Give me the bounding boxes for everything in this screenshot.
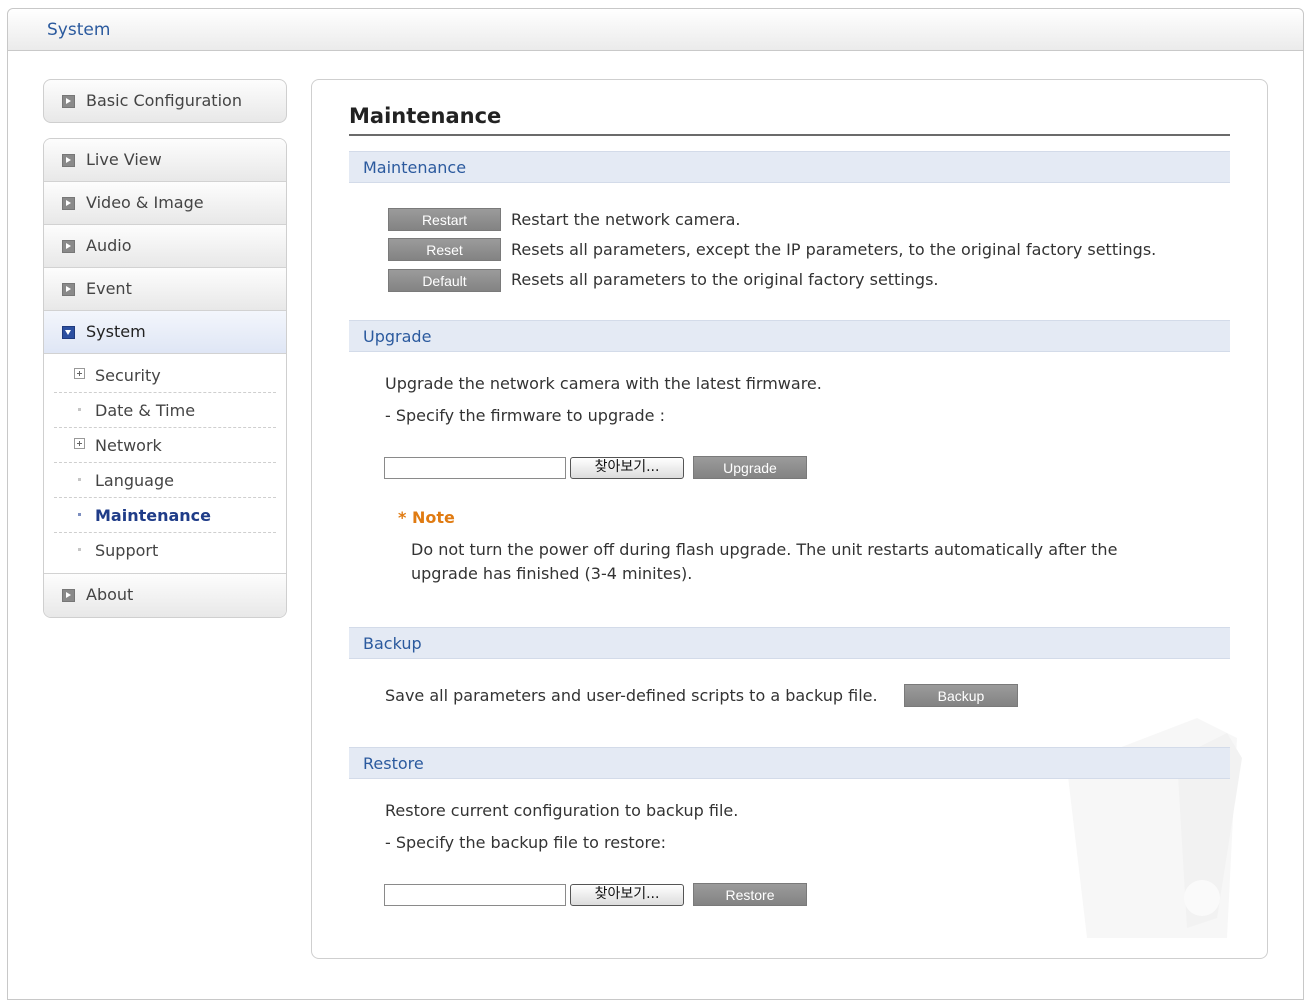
sidebar-item-about[interactable]: About bbox=[44, 574, 286, 617]
collapse-arrow-icon bbox=[62, 326, 75, 339]
section-header-upgrade: Upgrade bbox=[349, 320, 1230, 352]
expand-arrow-icon bbox=[62, 589, 75, 602]
system-submenu: Security Date & Time Network Language Ma… bbox=[44, 354, 286, 574]
section-title: Backup bbox=[363, 634, 422, 653]
section-header-backup: Backup bbox=[349, 627, 1230, 659]
section-header-maintenance: Maintenance bbox=[349, 151, 1230, 183]
bullet-icon bbox=[78, 513, 81, 516]
submenu-item-date-time[interactable]: Date & Time bbox=[54, 393, 276, 428]
submenu-item-network[interactable]: Network bbox=[54, 428, 276, 463]
sidebar-item-label: Live View bbox=[86, 150, 162, 169]
section-title: Maintenance bbox=[363, 158, 467, 177]
expand-arrow-icon bbox=[62, 95, 75, 108]
submenu-item-language[interactable]: Language bbox=[54, 463, 276, 498]
expand-plus-icon[interactable] bbox=[74, 368, 85, 379]
expand-arrow-icon bbox=[62, 154, 75, 167]
restore-specify-label: - Specify the backup file to restore: bbox=[385, 833, 666, 852]
firmware-browse-button[interactable]: 찾아보기... bbox=[570, 457, 684, 479]
upgrade-specify-label: - Specify the firmware to upgrade : bbox=[385, 406, 665, 425]
submenu-item-support[interactable]: Support bbox=[54, 533, 276, 567]
top-bar: System bbox=[8, 9, 1303, 51]
restart-description: Restart the network camera. bbox=[511, 210, 741, 229]
backup-file-browse-button[interactable]: 찾아보기... bbox=[570, 884, 684, 906]
page-title: Maintenance bbox=[349, 104, 502, 128]
backup-description: Save all parameters and user-defined scr… bbox=[385, 686, 878, 705]
bullet-icon bbox=[78, 548, 81, 551]
expand-plus-icon[interactable] bbox=[74, 438, 85, 449]
bullet-icon bbox=[78, 408, 81, 411]
sidebar-item-video-image[interactable]: Video & Image bbox=[44, 182, 286, 225]
sidebar-item-label: Event bbox=[86, 279, 132, 298]
submenu-item-label: Date & Time bbox=[95, 401, 196, 420]
bullet-icon bbox=[78, 478, 81, 481]
section-title: Restore bbox=[363, 754, 424, 773]
default-button[interactable]: Default bbox=[388, 269, 501, 292]
sidebar-menu-group: Live View Video & Image Audio Event Syst… bbox=[43, 138, 287, 618]
reset-description: Resets all parameters, except the IP par… bbox=[511, 240, 1157, 259]
firmware-file-input[interactable] bbox=[384, 457, 566, 479]
sidebar-item-audio[interactable]: Audio bbox=[44, 225, 286, 268]
sidebar: Basic Configuration Live View Video & Im… bbox=[43, 79, 287, 618]
sidebar-item-label: Basic Configuration bbox=[86, 91, 242, 110]
section-header-restore: Restore bbox=[349, 747, 1230, 779]
restart-button[interactable]: Restart bbox=[388, 208, 501, 231]
sidebar-item-label: Audio bbox=[86, 236, 132, 255]
expand-arrow-icon bbox=[62, 197, 75, 210]
sidebar-item-label: Video & Image bbox=[86, 193, 204, 212]
upgrade-button[interactable]: Upgrade bbox=[693, 456, 807, 479]
submenu-item-label: Support bbox=[95, 541, 159, 560]
note-title: * Note bbox=[398, 508, 455, 527]
sidebar-item-basic-configuration[interactable]: Basic Configuration bbox=[43, 79, 287, 123]
expand-arrow-icon bbox=[62, 240, 75, 253]
submenu-item-label: Maintenance bbox=[95, 506, 212, 525]
sidebar-item-system[interactable]: System bbox=[44, 311, 286, 354]
sidebar-item-label: About bbox=[86, 585, 134, 604]
submenu-item-label: Language bbox=[95, 471, 174, 490]
default-description: Resets all parameters to the original fa… bbox=[511, 270, 939, 289]
section-title: Upgrade bbox=[363, 327, 432, 346]
restore-button[interactable]: Restore bbox=[693, 883, 807, 906]
sidebar-item-label: System bbox=[86, 322, 146, 341]
submenu-item-maintenance[interactable]: Maintenance bbox=[54, 498, 276, 533]
upgrade-instruction: Upgrade the network camera with the late… bbox=[385, 374, 822, 393]
title-divider bbox=[349, 134, 1230, 136]
main-content-panel: Maintenance Maintenance Restart Restart … bbox=[311, 79, 1268, 959]
submenu-item-label: Security bbox=[95, 366, 161, 385]
note-line-2: upgrade has finished (3-4 minites). bbox=[411, 564, 693, 583]
sidebar-item-event[interactable]: Event bbox=[44, 268, 286, 311]
submenu-item-label: Network bbox=[95, 436, 162, 455]
expand-arrow-icon bbox=[62, 283, 75, 296]
sidebar-item-live-view[interactable]: Live View bbox=[44, 139, 286, 182]
backup-button[interactable]: Backup bbox=[904, 684, 1018, 707]
note-line-1: Do not turn the power off during flash u… bbox=[411, 540, 1118, 559]
page-header-title: System bbox=[47, 20, 111, 40]
reset-button[interactable]: Reset bbox=[388, 238, 501, 261]
restore-instruction: Restore current configuration to backup … bbox=[385, 801, 739, 820]
wrench-watermark-icon bbox=[1067, 718, 1242, 938]
submenu-item-security[interactable]: Security bbox=[54, 358, 276, 393]
backup-file-input[interactable] bbox=[384, 884, 566, 906]
